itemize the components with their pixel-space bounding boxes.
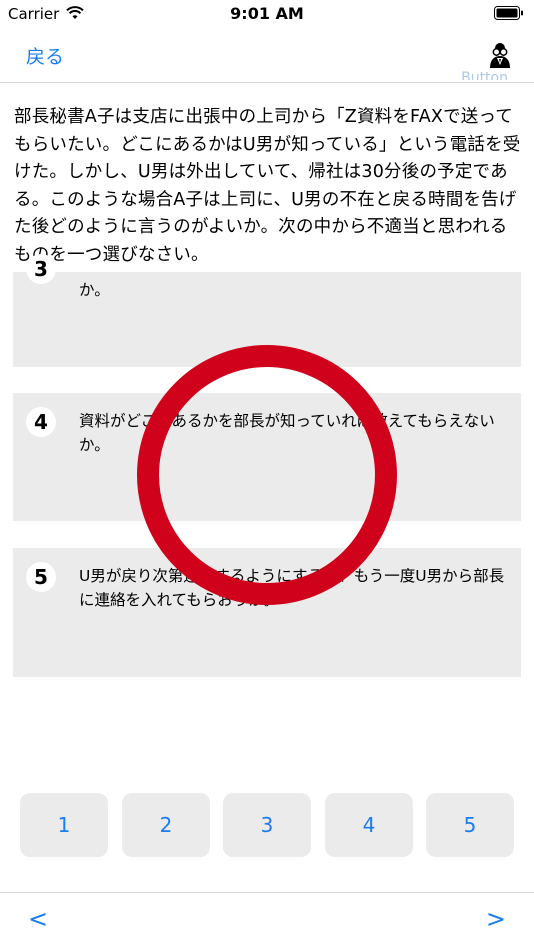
question-text: 部長秘書A子は支店に出張中の上司から「Z資料をFAXで送ってもらいたい。どこにあ… bbox=[14, 107, 521, 265]
status-bar: Carrier 9:01 AM bbox=[0, 0, 534, 30]
previous-button[interactable]: < bbox=[28, 905, 48, 933]
answer-button-1[interactable]: 1 bbox=[20, 793, 108, 857]
answer-button-5[interactable]: 5 bbox=[426, 793, 514, 857]
answer-button-4[interactable]: 4 bbox=[325, 793, 413, 857]
choice-text: か。 bbox=[79, 281, 110, 299]
choice-number: 4 bbox=[26, 407, 56, 437]
answer-button-3[interactable]: 3 bbox=[223, 793, 311, 857]
person-glasses-icon[interactable] bbox=[488, 42, 512, 68]
answer-button-2[interactable]: 2 bbox=[122, 793, 210, 857]
next-button[interactable]: > bbox=[486, 905, 506, 933]
navigation-bar: 戻る Button bbox=[0, 30, 534, 83]
clock: 9:01 AM bbox=[230, 4, 304, 23]
back-button[interactable]: 戻る bbox=[26, 42, 64, 69]
bottom-toolbar: < > bbox=[0, 892, 534, 951]
choice-number: 3 bbox=[26, 254, 56, 284]
correct-circle-mark bbox=[137, 345, 397, 605]
choice-number: 5 bbox=[26, 562, 56, 592]
hidden-button-label: Button bbox=[461, 70, 508, 80]
battery-icon bbox=[494, 6, 523, 20]
